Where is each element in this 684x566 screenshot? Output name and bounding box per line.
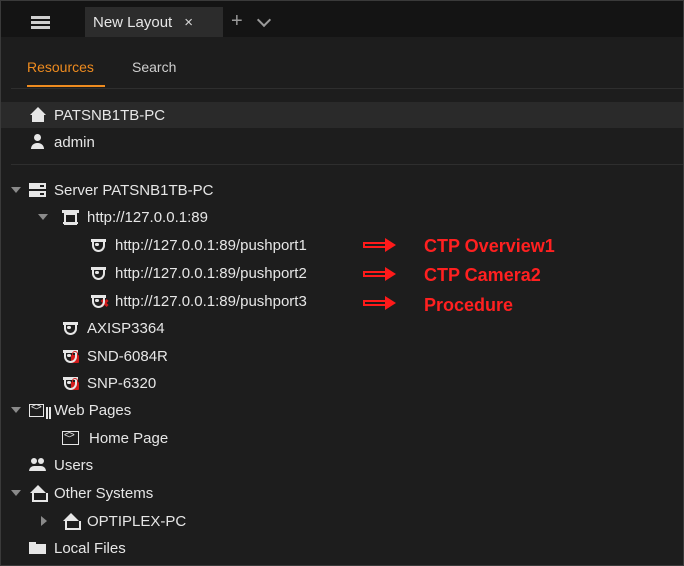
annotation-label: CTP Overview1 [424, 236, 555, 256]
users-icon [29, 457, 47, 473]
tree-item-current-system[interactable]: PATSNB1TB-PC [1, 102, 683, 128]
tree-item-label: http://127.0.0.1:89 [87, 208, 208, 226]
user-icon [29, 134, 47, 150]
annotation-arrow [363, 296, 396, 310]
tab-close-icon[interactable]: × [184, 14, 193, 31]
add-tab-button[interactable]: + [231, 11, 243, 31]
layout-tab-bar: New Layout × + [1, 1, 683, 37]
main-menu-button[interactable] [5, 7, 75, 37]
collapse-arrow-icon[interactable] [11, 490, 21, 496]
tree-item-stream-pushport2[interactable]: http://127.0.0.1:89/pushport2 [1, 260, 683, 286]
resource-tabs: Resources Search [1, 37, 683, 93]
home-outline-icon [62, 513, 81, 530]
tree-item-label: Web Pages [54, 401, 132, 419]
tree-item-home-page[interactable]: Home Page [1, 425, 683, 451]
home-icon [29, 107, 47, 123]
tree-item-label: PATSNB1TB-PC [54, 106, 166, 124]
expand-arrow-icon[interactable] [41, 516, 47, 526]
tree-item-label: Local Files [54, 539, 126, 557]
server-icon [29, 182, 47, 198]
resource-tree-panel: New Layout × + Resources Search PATSNB1T… [0, 0, 684, 566]
lock-icon [71, 351, 79, 363]
tree-item-users[interactable]: Users [1, 452, 683, 478]
tree-item-web-pages[interactable]: Web Pages [1, 397, 683, 423]
tree-item-current-user[interactable]: admin [1, 129, 683, 155]
camera-icon [90, 237, 108, 253]
camera-locked-icon [62, 375, 80, 391]
tree-item-label: admin [54, 133, 95, 151]
tree-item-label: http://127.0.0.1:89/pushport1 [115, 236, 307, 254]
tree-item-label: AXISP3364 [87, 319, 165, 337]
home-outline-icon [29, 485, 48, 502]
tree-item-encoder[interactable]: http://127.0.0.1:89 [1, 204, 683, 230]
tree-item-server[interactable]: Server PATSNB1TB-PC [1, 177, 683, 203]
divider [11, 88, 683, 89]
collapse-arrow-icon[interactable] [11, 187, 21, 193]
lock-icon [71, 378, 79, 390]
tree-item-optiplex-pc[interactable]: OPTIPLEX-PC [1, 508, 683, 534]
tree-item-other-systems[interactable]: Other Systems [1, 480, 683, 506]
tab-new-layout[interactable]: New Layout × [85, 7, 223, 37]
tree-item-label: Server PATSNB1TB-PC [54, 181, 214, 199]
tree-item-stream-pushport1[interactable]: http://127.0.0.1:89/pushport1 [1, 232, 683, 258]
webpages-icon [29, 402, 48, 419]
camera-icon [62, 320, 80, 336]
tree-item-label: Home Page [89, 429, 169, 447]
offline-x-icon: ✖ [100, 298, 110, 310]
tree-item-label: Other Systems [54, 484, 154, 502]
tree-item-label: http://127.0.0.1:89/pushport3 [115, 292, 307, 310]
divider [11, 164, 683, 165]
tree-item-label: http://127.0.0.1:89/pushport2 [115, 264, 307, 282]
tree-item-label: OPTIPLEX-PC [87, 512, 187, 530]
tree-item-label: Users [54, 456, 94, 474]
tree-item-camera-axisp3364[interactable]: AXISP3364 [1, 315, 683, 341]
folder-icon [29, 540, 47, 556]
tree-item-camera-snp-6320[interactable]: SNP-6320 [1, 370, 683, 396]
camera-offline-icon: ✖ [90, 293, 110, 310]
tree-item-label: SNP-6320 [87, 374, 157, 392]
tab-search[interactable]: Search [132, 59, 176, 75]
camera-locked-icon [62, 348, 80, 364]
annotation-arrow [363, 238, 396, 252]
tab-label: New Layout [93, 13, 173, 31]
webpage-icon [62, 430, 79, 445]
chevron-down-icon[interactable] [256, 12, 272, 28]
collapse-arrow-icon[interactable] [38, 214, 48, 220]
io-module-icon [62, 209, 80, 225]
tree-item-stream-pushport3[interactable]: ✖ http://127.0.0.1:89/pushport3 [1, 288, 683, 314]
collapse-arrow-icon[interactable] [11, 407, 21, 413]
annotation-label: Procedure [424, 295, 514, 315]
tree-item-camera-snd-6084r[interactable]: SND-6084R [1, 343, 683, 369]
annotation-label: CTP Camera2 [424, 265, 541, 285]
hamburger-icon [30, 15, 50, 29]
tab-resources[interactable]: Resources [27, 59, 94, 75]
tree-item-label: SND-6084R [87, 347, 168, 365]
tree-item-local-files[interactable]: Local Files [1, 535, 683, 561]
active-tab-indicator [27, 85, 105, 87]
annotation-arrow [363, 267, 396, 281]
camera-icon [90, 265, 108, 281]
